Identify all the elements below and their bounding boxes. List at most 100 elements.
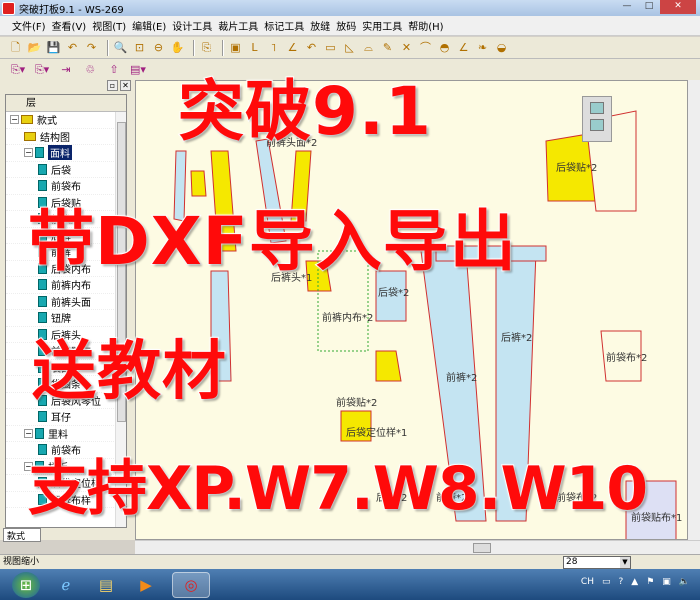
- menu-bar: 文件(F) 查看(V) 视图(T) 编辑(E) 设计工具 裁片工具 标记工具 放缝 放码 实用工具…: [0, 16, 700, 36]
- tree-item[interactable]: 袋围条: [6, 376, 126, 393]
- zoom-combo[interactable]: 28 ▼: [563, 556, 631, 569]
- maximize-button[interactable]: □: [638, 0, 660, 14]
- tree-item[interactable]: 前袋布: [6, 442, 126, 459]
- curve-icon[interactable]: ↶: [304, 40, 319, 55]
- tree-scrollbar[interactable]: [115, 112, 126, 527]
- layer-tool-icon[interactable]: ⎘▾: [32, 62, 52, 77]
- tool-button[interactable]: [590, 102, 604, 114]
- drop-icon[interactable]: ◒: [494, 40, 509, 55]
- zoom-fit-icon[interactable]: ⊡: [132, 40, 147, 55]
- language-indicator[interactable]: CH: [581, 577, 594, 587]
- tree-item[interactable]: 耳仔: [6, 409, 126, 426]
- gather-icon[interactable]: ✎: [380, 40, 395, 55]
- canvas-horizontal-scrollbar[interactable]: [135, 540, 700, 554]
- new-file-icon[interactable]: 🗋: [8, 40, 23, 55]
- rect-icon[interactable]: ▣: [228, 40, 243, 55]
- layer-tool-icon[interactable]: ⇧: [104, 62, 124, 77]
- angle-tool-icon[interactable]: ❧: [475, 40, 490, 55]
- scroll-thumb[interactable]: [117, 122, 126, 422]
- explorer-icon[interactable]: ▤: [92, 572, 120, 598]
- menu-item[interactable]: 实用工具: [362, 18, 402, 33]
- volume-icon[interactable]: 🔈: [679, 577, 690, 587]
- tree-item[interactable]: 钮牌: [6, 310, 126, 327]
- panel-pin-button[interactable]: ▫: [107, 80, 118, 91]
- start-button[interactable]: ⊞: [12, 571, 40, 598]
- tree-item[interactable]: 前裤: [6, 244, 126, 261]
- open-icon[interactable]: 📂: [27, 40, 42, 55]
- tree-item[interactable]: 前袋布: [6, 178, 126, 195]
- ruler-icon[interactable]: ◺: [342, 40, 357, 55]
- menu-item[interactable]: 视图(T): [92, 18, 126, 33]
- triangle-icon[interactable]: ⌓: [361, 40, 376, 55]
- tree-item[interactable]: 后袋定位样: [6, 475, 126, 492]
- tool-button[interactable]: [590, 119, 604, 131]
- measure-icon[interactable]: ▭: [323, 40, 338, 55]
- layer-tool-icon[interactable]: ⎘▾: [8, 62, 28, 77]
- undo-icon[interactable]: ↶: [65, 40, 80, 55]
- tree-item[interactable]: − 样板: [6, 459, 126, 475]
- arc-icon[interactable]: ◓: [437, 40, 452, 55]
- pick-icon[interactable]: ⎘: [199, 40, 214, 55]
- tree-item[interactable]: 后裤: [6, 228, 126, 244]
- network-icon[interactable]: ▣: [662, 577, 671, 587]
- cross-icon[interactable]: ⌒: [418, 40, 433, 55]
- close-button[interactable]: ✕: [660, 0, 696, 14]
- tree-item[interactable]: 袋口条: [6, 360, 126, 376]
- panel-close-button[interactable]: ✕: [120, 80, 131, 91]
- keyboard-icon[interactable]: ▭: [602, 577, 611, 587]
- tree-item[interactable]: 前袋贴: [6, 211, 126, 228]
- tree-item[interactable]: 后袋内布: [6, 261, 126, 277]
- collapse-toggle[interactable]: −: [24, 461, 33, 471]
- angle-icon[interactable]: ˥: [266, 40, 281, 55]
- pan-icon[interactable]: ✋: [170, 40, 185, 55]
- tree-item[interactable]: 结构图: [6, 129, 126, 145]
- layer-icon: [38, 411, 47, 423]
- save-icon[interactable]: 💾: [46, 40, 61, 55]
- tree-item[interactable]: 前袋贴布: [6, 343, 126, 360]
- collapse-toggle[interactable]: −: [24, 148, 33, 158]
- scroll-thumb[interactable]: [473, 543, 491, 553]
- menu-item[interactable]: 帮助(H): [408, 18, 443, 33]
- tree-item[interactable]: 后袋: [6, 162, 126, 178]
- help-icon[interactable]: ?: [618, 577, 623, 587]
- canvas-vertical-scrollbar[interactable]: [688, 80, 700, 540]
- tree-item[interactable]: 后袋贴: [6, 195, 126, 211]
- tree-item[interactable]: 前裤头面: [6, 294, 126, 310]
- collapse-toggle[interactable]: −: [24, 428, 33, 438]
- minimize-button[interactable]: —: [616, 0, 638, 14]
- chevron-down-icon[interactable]: ▼: [620, 557, 630, 568]
- redo-icon[interactable]: ↷: [84, 40, 99, 55]
- protractor-icon[interactable]: ∠: [456, 40, 471, 55]
- menu-item[interactable]: 放码: [336, 18, 356, 33]
- menu-item[interactable]: 标记工具: [264, 18, 304, 33]
- menu-item[interactable]: 查看(V): [52, 18, 87, 33]
- tree-item[interactable]: 后裤头: [6, 327, 126, 343]
- menu-item[interactable]: 设计工具: [172, 18, 212, 33]
- flag-icon[interactable]: ⚑: [646, 577, 654, 587]
- zoom-icon[interactable]: 🔍: [113, 40, 128, 55]
- tab-style[interactable]: 款式: [3, 528, 41, 542]
- tree-item[interactable]: − 款式: [6, 112, 126, 129]
- media-player-icon[interactable]: ▶: [132, 572, 160, 598]
- menu-item[interactable]: 裁片工具: [218, 18, 258, 33]
- layer-tool-icon[interactable]: ▤▾: [128, 62, 148, 77]
- line-angle-icon[interactable]: ∠: [285, 40, 300, 55]
- ie-icon[interactable]: ℯ: [52, 572, 80, 598]
- menu-item[interactable]: 文件(F): [12, 18, 46, 33]
- corner-icon[interactable]: L: [247, 40, 262, 55]
- menu-item[interactable]: 放缝: [310, 18, 330, 33]
- tree-item[interactable]: 后袋风琴位: [6, 393, 126, 409]
- collapse-toggle[interactable]: −: [10, 115, 19, 125]
- pencil-icon[interactable]: ✕: [399, 40, 414, 55]
- tree-item[interactable]: − 里料: [6, 426, 126, 442]
- tree-item[interactable]: 前裤内布: [6, 277, 126, 294]
- tree-item[interactable]: 钮牌布样: [6, 492, 126, 508]
- drawing-canvas[interactable]: 前裤头面*2 后裤头*1 前裤内布*2 后袋*2 前裤*2 后裤*2 前袋贴*2…: [135, 80, 688, 540]
- layer-tool-icon[interactable]: ⇥: [56, 62, 76, 77]
- menu-item[interactable]: 编辑(E): [132, 18, 166, 33]
- tree-item[interactable]: − 面料: [6, 145, 126, 162]
- show-hidden-icon[interactable]: ▲: [631, 577, 638, 587]
- zoom-out-icon[interactable]: ⊖: [151, 40, 166, 55]
- layer-tool-icon[interactable]: ♲: [80, 62, 100, 77]
- tupo-app-icon[interactable]: ◎: [172, 571, 210, 598]
